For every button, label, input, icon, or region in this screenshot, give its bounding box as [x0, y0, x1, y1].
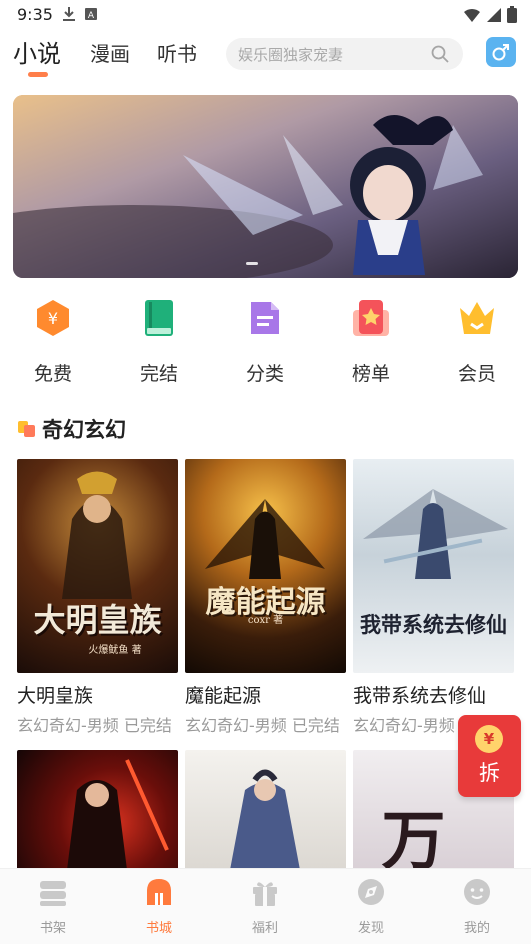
book-title: 大明皇族: [17, 685, 94, 707]
book-cover[interactable]: 魔能起源 coxr 著: [185, 459, 346, 673]
category-vip[interactable]: 会员: [437, 298, 517, 386]
document-icon: [251, 302, 279, 334]
category-label: 会员: [457, 363, 496, 385]
svg-text:¥: ¥: [48, 309, 58, 328]
book-meta: 玄幻奇幻-男频 已完结: [185, 716, 340, 735]
book-card[interactable]: 魔能起源 coxr 著 魔能起源 玄幻奇幻-男频 已完结: [185, 459, 348, 736]
book-cover[interactable]: [185, 750, 346, 870]
cover-title: 万: [381, 804, 446, 870]
nav-bookshelf[interactable]: 书架: [23, 877, 83, 936]
book-cover[interactable]: [17, 750, 178, 870]
bookstore-icon: [147, 879, 171, 905]
nav-label: 发现: [357, 921, 384, 936]
category-free[interactable]: ¥ 免费: [13, 298, 93, 386]
cover-author: coxr 著: [247, 615, 284, 626]
wifi-icon: [464, 8, 480, 22]
search-icon[interactable]: [431, 45, 449, 63]
tab-audiobook[interactable]: 听书: [157, 38, 197, 67]
book-title: 我带系统去修仙: [353, 685, 487, 707]
signal-icon: [487, 7, 501, 22]
category-label: 分类: [245, 363, 284, 385]
search-placeholder: 娱乐圈独家宠妻: [238, 46, 344, 64]
cover-figure: [230, 769, 300, 870]
cover-figure: [67, 759, 169, 870]
category-classify[interactable]: 分类: [225, 298, 305, 386]
book-cover[interactable]: 大明皇族 火爆鱿鱼 著: [17, 459, 178, 673]
category-completed[interactable]: 完结: [119, 298, 199, 386]
book-meta: 玄幻奇幻-男频 已完结: [17, 716, 172, 735]
gift-icon: [253, 882, 277, 906]
download-icon: [63, 7, 75, 21]
coin-hexagon-icon: ¥: [37, 300, 69, 336]
nav-bookstore[interactable]: 书城: [129, 877, 189, 936]
cover-title: 我带系统去修仙: [360, 612, 507, 637]
status-system-icons: [463, 6, 517, 23]
book-title: 魔能起源: [185, 685, 262, 707]
tab-novel[interactable]: 小说: [13, 34, 61, 69]
search-input[interactable]: 娱乐圈独家宠妻: [226, 38, 463, 70]
profile-icon: [464, 879, 490, 905]
section-marker-icon: [18, 421, 35, 437]
cover-title: 大明皇族: [33, 601, 162, 639]
section-title: 奇幻玄幻: [42, 418, 126, 442]
book-card[interactable]: [185, 750, 348, 870]
ranking-icon: [353, 300, 389, 336]
cover-author: 火爆鱿鱼 著: [88, 645, 142, 656]
tab-comic[interactable]: 漫画: [90, 38, 130, 67]
male-symbol-icon: [492, 44, 509, 61]
cover-figure: [205, 499, 325, 579]
red-packet-label: 拆: [479, 761, 500, 785]
nav-welfare[interactable]: 福利: [235, 877, 295, 936]
app-notification-icon: A: [85, 8, 97, 21]
svg-text:A: A: [88, 11, 95, 21]
banner-page-indicator: [246, 262, 258, 265]
book-card[interactable]: 大明皇族 火爆鱿鱼 著 大明皇族 玄幻奇幻-男频 已完结: [17, 459, 180, 736]
category-row: ¥ 免费 完结 分类 榜单 会员: [0, 298, 531, 388]
banner-artwork: [13, 95, 518, 278]
nav-label: 我的: [463, 921, 490, 936]
section-header: 奇幻玄幻: [18, 414, 126, 444]
red-packet-coin: ¥: [475, 725, 503, 753]
book-card[interactable]: 我带系统去修仙 我带系统去修仙 玄幻奇幻-男频 已完结: [353, 459, 516, 736]
book-icon: [145, 300, 173, 336]
category-ranking[interactable]: 榜单: [331, 298, 411, 386]
category-label: 免费: [33, 363, 72, 385]
gender-switch-button[interactable]: [486, 37, 516, 67]
bookshelf-icon: [40, 881, 66, 906]
discover-icon: [358, 879, 384, 905]
status-time: 9:35: [17, 5, 53, 24]
book-cover[interactable]: 我带系统去修仙: [353, 459, 514, 673]
nav-label: 书城: [145, 921, 172, 936]
red-packet-button[interactable]: ¥ 拆: [458, 715, 521, 797]
battery-icon: [507, 6, 517, 23]
promo-banner[interactable]: [13, 95, 518, 278]
active-tab-indicator: [28, 72, 48, 77]
book-card[interactable]: [17, 750, 180, 870]
nav-discover[interactable]: 发现: [341, 877, 401, 936]
nav-label: 福利: [251, 921, 278, 936]
cover-figure: [363, 489, 508, 579]
category-label: 榜单: [351, 363, 390, 385]
bottom-nav: 书架 书城 福利 发现 我的: [0, 868, 531, 944]
category-label: 完结: [139, 363, 178, 385]
nav-label: 书架: [39, 921, 66, 936]
crown-icon: [460, 302, 494, 334]
nav-profile[interactable]: 我的: [447, 877, 507, 936]
status-notification-icons: A: [62, 6, 98, 22]
status-bar: 9:35 A: [0, 0, 531, 30]
